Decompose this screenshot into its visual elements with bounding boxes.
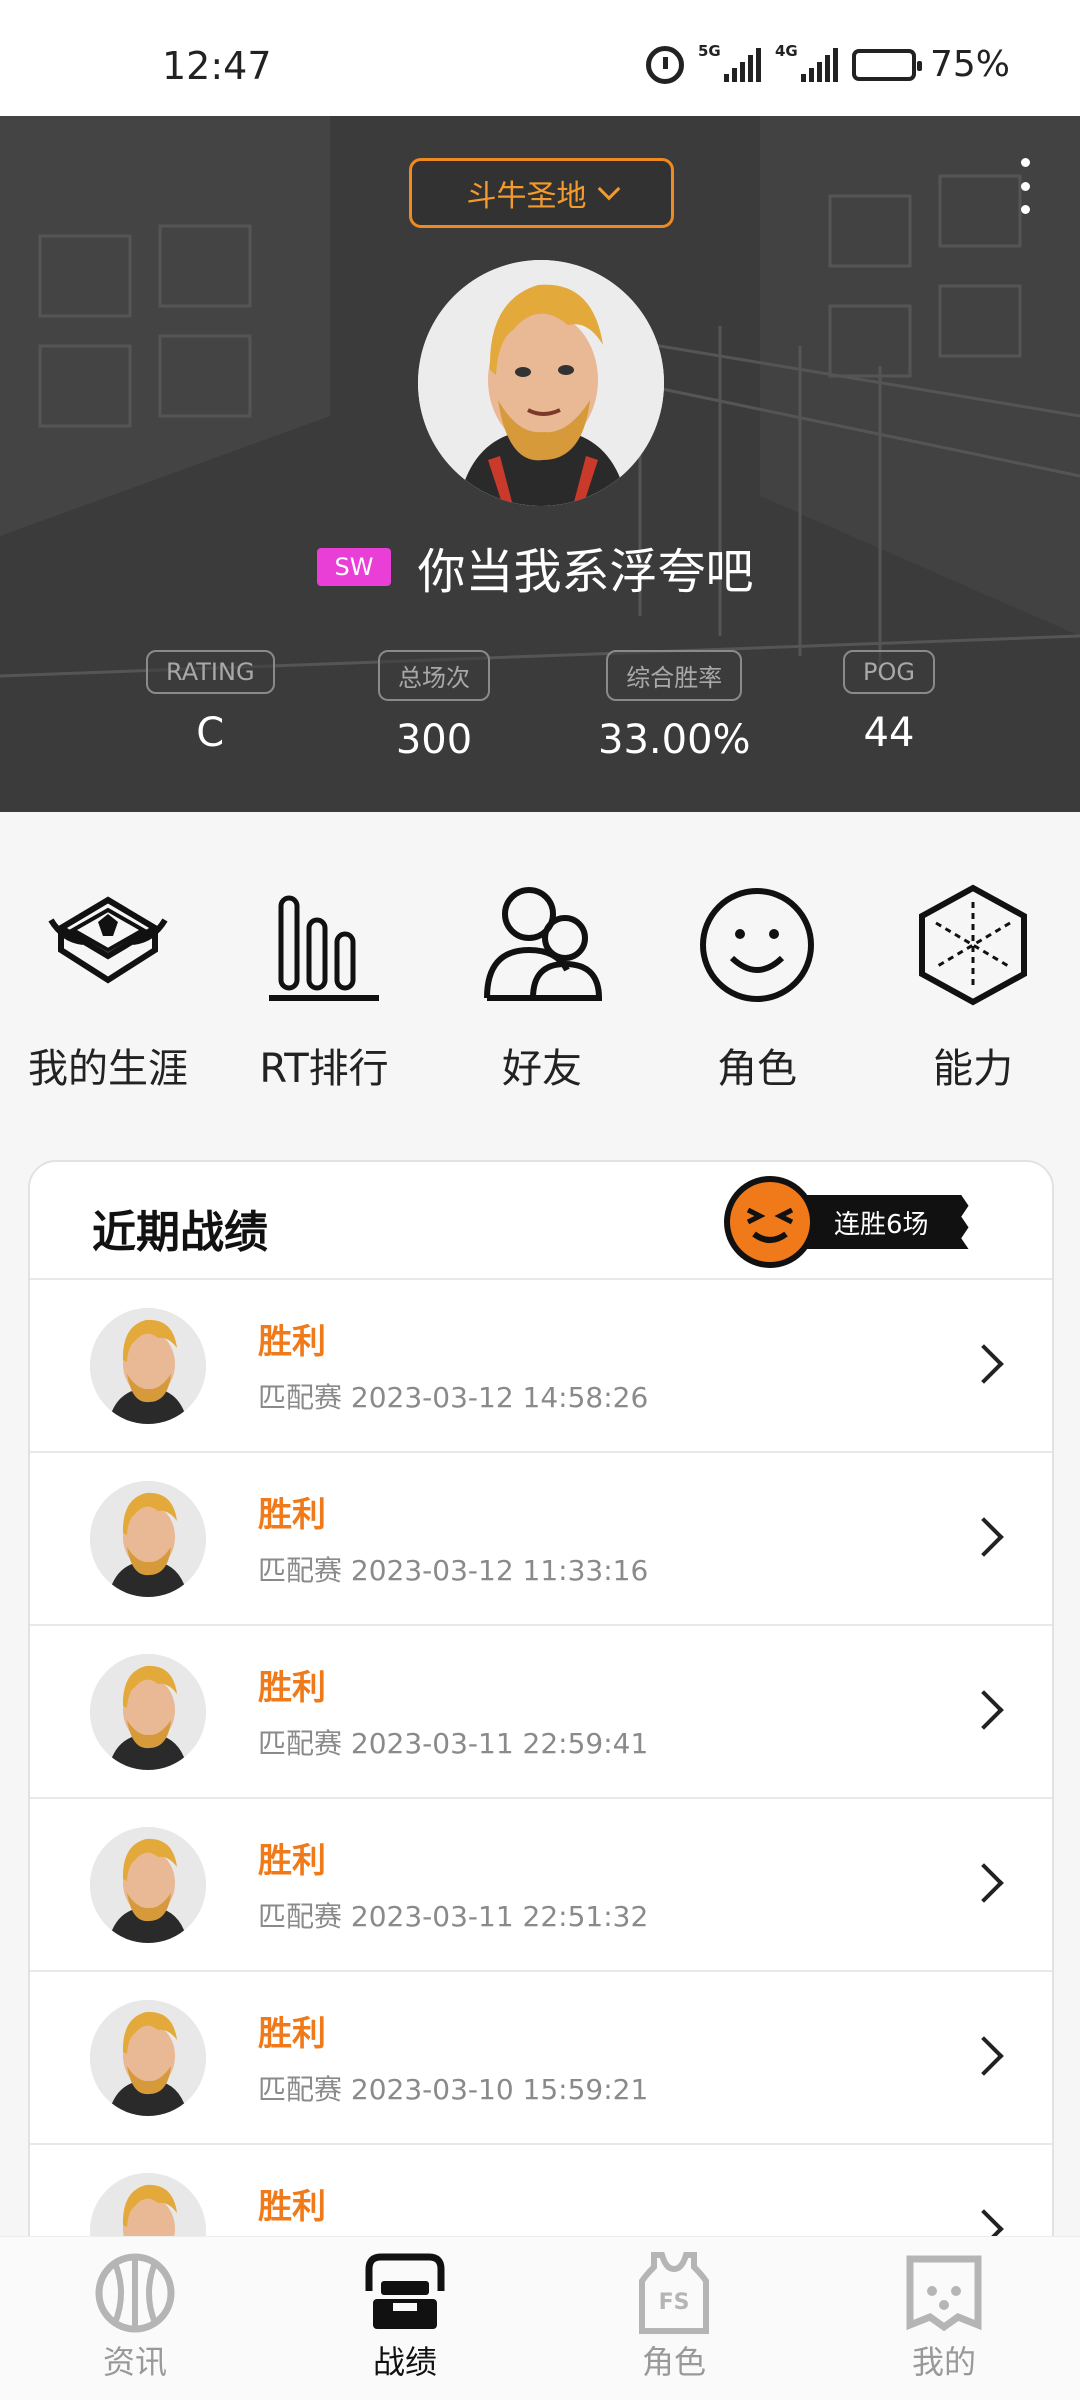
match-result: 胜利 — [258, 1841, 326, 1881]
hoop-icon — [365, 2253, 445, 2329]
match-result: 胜利 — [258, 2014, 326, 2054]
friends-icon — [484, 887, 603, 1001]
chevron-right-icon — [964, 1344, 1004, 1384]
basketball-icon — [95, 2253, 175, 2333]
stat-win-rate: 综合胜率 33.00% — [598, 650, 751, 763]
match-meta: 匹配赛 2023-03-10 15:59:21 — [258, 2073, 649, 2106]
status-time: 12:47 — [162, 44, 272, 88]
recent-results-card: 近期战绩 连胜6场 胜利 匹配赛 2023-03-12 14:58:26 胜利 … — [28, 1160, 1054, 2400]
profile-header: 斗牛圣地 SW 你当我系浮夸吧 RATING C 总场次 300 综合胜率 33… — [0, 116, 1080, 812]
match-avatar — [90, 2000, 206, 2116]
win-streak-badge: 连胜6场 — [724, 1176, 969, 1268]
match-avatar — [90, 1827, 206, 1943]
smiley-icon — [700, 888, 814, 1002]
ability-hexagon-icon — [919, 884, 1027, 1006]
nav-news[interactable]: 资讯 — [55, 2251, 215, 2383]
shortcut-character[interactable]: 角色 — [657, 880, 857, 1094]
nav-character[interactable]: FS 角色 — [594, 2251, 754, 2383]
profile-face-icon — [906, 2255, 982, 2332]
squint-face-icon — [724, 1176, 816, 1268]
match-result: 胜利 — [258, 1495, 326, 1535]
nav-label: 资讯 — [102, 2343, 167, 2381]
player-stats: RATING C 总场次 300 综合胜率 33.00% POG 44 — [0, 650, 1080, 780]
match-result: 胜利 — [258, 2187, 326, 2227]
alarm-icon — [645, 45, 684, 84]
match-result: 胜利 — [258, 1322, 326, 1362]
shortcut-rt-ranking[interactable]: RT排行 — [224, 880, 424, 1094]
bottom-navigation: 资讯 战绩 FS 角色 我的 — [0, 2236, 1080, 2400]
match-avatar — [90, 1654, 206, 1770]
match-row[interactable]: 胜利 匹配赛 2023-03-11 22:51:32 — [30, 1799, 1052, 1972]
battery-icon — [851, 48, 922, 81]
stat-rating: RATING C — [146, 650, 275, 756]
match-meta: 匹配赛 2023-03-12 11:33:16 — [258, 1554, 649, 1587]
match-row[interactable]: 胜利 匹配赛 2023-03-11 22:59:41 — [30, 1626, 1052, 1799]
shortcut-row: 我的生涯 RT排行 好友 角色 能力 — [0, 880, 1080, 1120]
chevron-down-icon — [597, 177, 620, 201]
ranking-bars-icon — [269, 895, 379, 1001]
player-portrait — [418, 260, 664, 506]
recent-results-title: 近期战绩 — [92, 1207, 268, 1258]
server-name: 斗牛圣地 — [466, 179, 587, 214]
nav-label: 我的 — [911, 2343, 976, 2381]
shortcut-label: 能力 — [933, 1046, 1013, 1092]
status-bar: 12:47 5G 4G 75% — [0, 0, 1080, 116]
battery-percent: 75% — [929, 44, 1010, 85]
stat-label: 总场次 — [378, 650, 490, 701]
chevron-right-icon — [964, 1517, 1004, 1557]
nav-label: 战绩 — [372, 2343, 437, 2381]
match-meta: 匹配赛 2023-03-11 22:51:32 — [258, 1900, 649, 1933]
server-selector[interactable]: 斗牛圣地 — [409, 158, 674, 228]
stat-value: 33.00% — [598, 717, 751, 763]
match-avatar — [90, 1308, 206, 1424]
stat-value: 44 — [863, 710, 915, 756]
shortcut-career[interactable]: 我的生涯 — [8, 880, 208, 1094]
nav-mine[interactable]: 我的 — [864, 2251, 1024, 2383]
match-row[interactable]: 胜利 匹配赛 2023-03-12 14:58:26 — [30, 1280, 1052, 1453]
recent-results-header: 近期战绩 连胜6场 — [30, 1162, 1052, 1280]
svg-text:FS: FS — [659, 2290, 690, 2315]
match-meta: 匹配赛 2023-03-11 22:59:41 — [258, 1727, 649, 1760]
shortcut-label: 我的生涯 — [28, 1046, 188, 1092]
jersey-icon: FS — [639, 2252, 709, 2334]
shortcut-ability[interactable]: 能力 — [873, 880, 1073, 1094]
match-avatar — [90, 1481, 206, 1597]
server-badge: SW — [316, 548, 392, 586]
chevron-right-icon — [964, 2036, 1004, 2076]
chevron-right-icon — [964, 1690, 1004, 1730]
more-options-icon[interactable] — [1016, 158, 1034, 214]
stat-total-games: 总场次 300 — [378, 650, 490, 763]
match-result: 胜利 — [258, 1668, 326, 1708]
shortcut-label: RT排行 — [259, 1046, 389, 1092]
stat-label: 综合胜率 — [606, 650, 743, 701]
stat-pog: POG 44 — [843, 650, 935, 756]
stat-label: POG — [843, 650, 935, 694]
chevron-right-icon — [964, 1863, 1004, 1903]
match-row[interactable]: 胜利 匹配赛 2023-03-12 11:33:16 — [30, 1453, 1052, 1626]
stat-label: RATING — [146, 650, 275, 694]
shortcut-label: 角色 — [717, 1046, 797, 1092]
nav-record[interactable]: 战绩 — [325, 2251, 485, 2383]
player-name-row: SW 你当我系浮夸吧 — [0, 532, 1080, 602]
career-emblem-icon — [48, 896, 168, 984]
signal-4g-icon: 4G — [775, 42, 838, 82]
nav-label: 角色 — [641, 2343, 706, 2381]
match-meta: 匹配赛 2023-03-12 14:58:26 — [258, 1381, 649, 1414]
match-row[interactable]: 胜利 匹配赛 2023-03-10 15:59:21 — [30, 1972, 1052, 2145]
shortcut-friends[interactable]: 好友 — [442, 880, 642, 1094]
stat-value: 300 — [395, 717, 473, 763]
status-icons: 5G 4G 75% — [645, 42, 1010, 85]
stat-value: C — [196, 710, 225, 756]
player-name: 你当我系浮夸吧 — [417, 544, 754, 600]
match-list: 胜利 匹配赛 2023-03-12 14:58:26 胜利 匹配赛 2023-0… — [30, 1280, 1052, 2318]
player-avatar[interactable] — [418, 260, 664, 506]
signal-5g-icon: 5G — [698, 42, 761, 82]
shortcut-label: 好友 — [502, 1046, 582, 1092]
